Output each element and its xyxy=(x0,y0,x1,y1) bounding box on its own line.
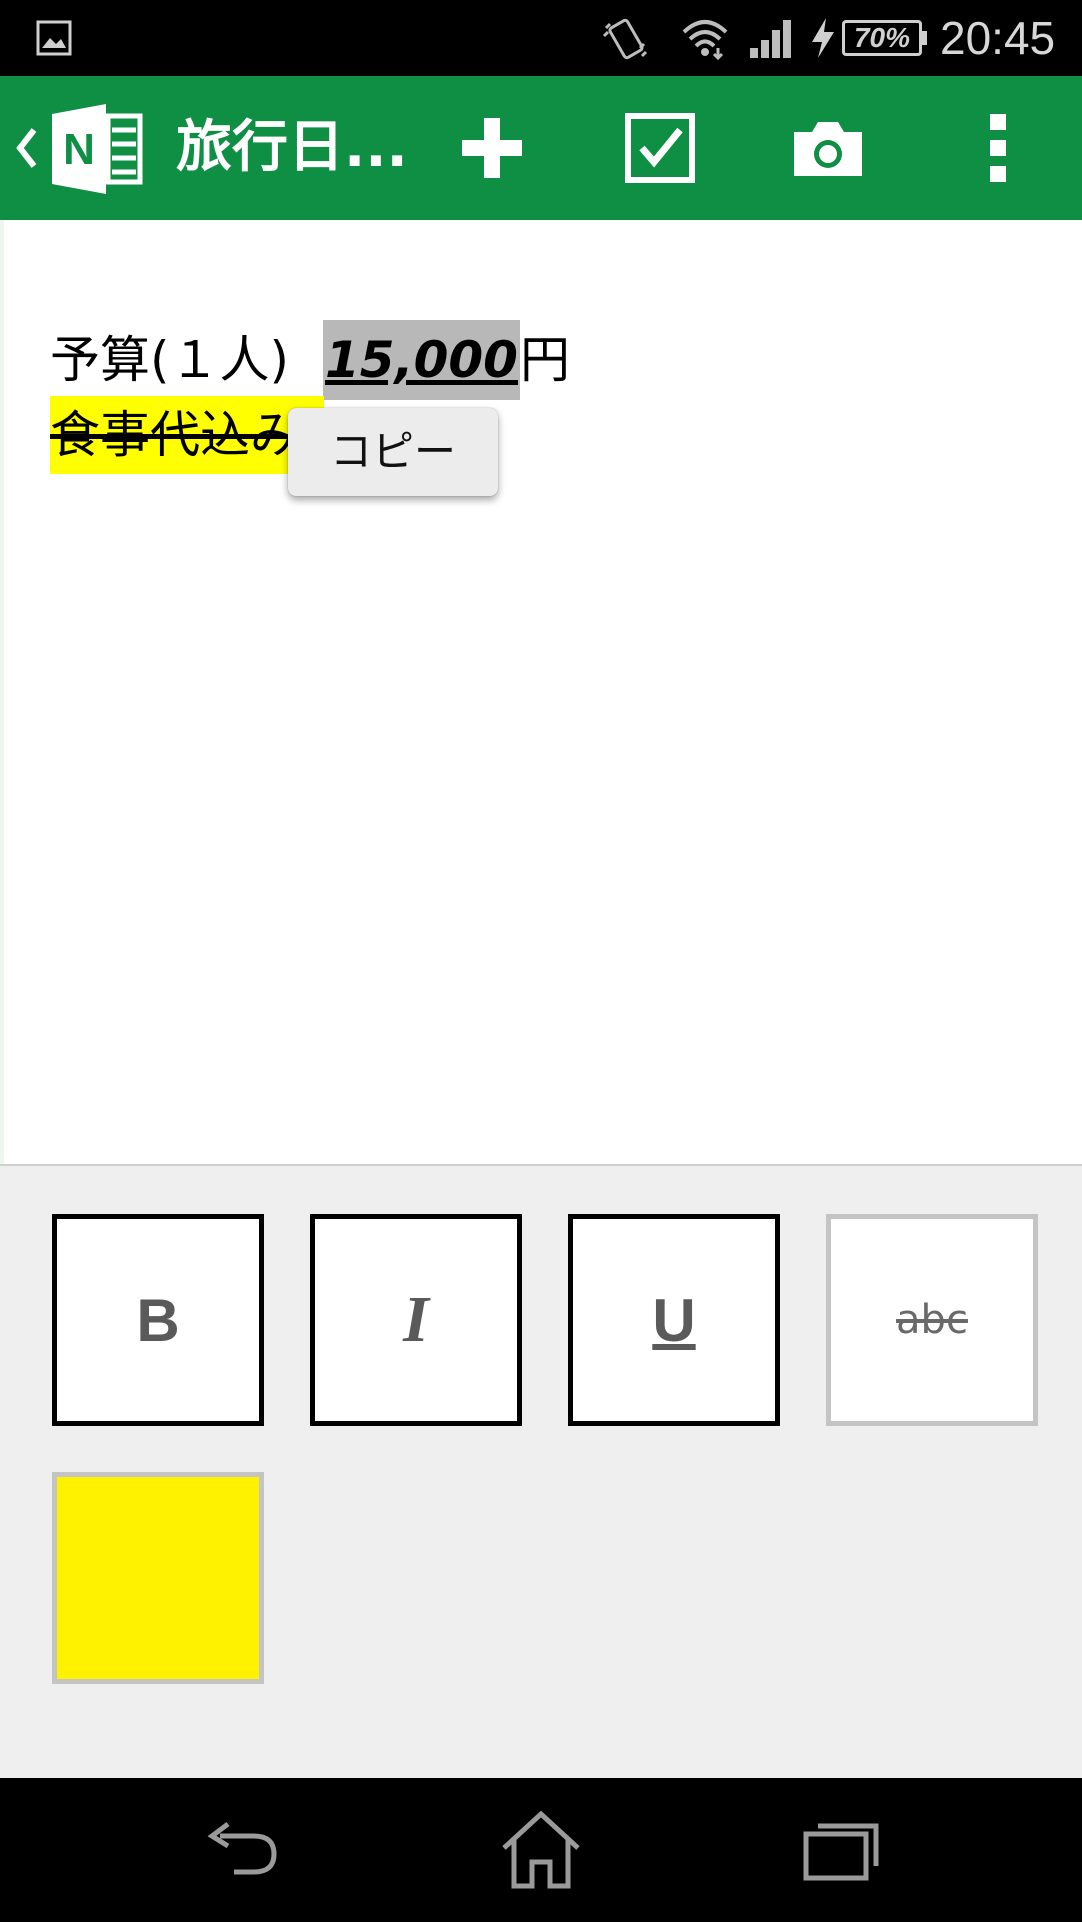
onenote-logo: N xyxy=(52,104,143,194)
status-bar: 70% 20:45 xyxy=(0,0,1082,76)
budget-label: 予算(１人) xyxy=(50,331,290,389)
up-chevron-icon[interactable] xyxy=(12,124,40,172)
page-title[interactable]: 旅行日... xyxy=(176,112,408,184)
highlight-button[interactable] xyxy=(52,1472,264,1684)
add-icon[interactable] xyxy=(452,108,532,188)
home-icon[interactable] xyxy=(496,1808,586,1892)
selected-budget-value[interactable]: 15,000 xyxy=(323,320,520,400)
battery-icon: 70% xyxy=(842,20,927,56)
app-bar: N 旅行日... xyxy=(0,76,1082,220)
charging-icon xyxy=(812,18,834,58)
clock: 20:45 xyxy=(940,12,1056,64)
signal-icon xyxy=(750,20,791,58)
strikethrough-button[interactable]: abc xyxy=(826,1214,1038,1426)
copy-button[interactable]: コピー xyxy=(288,408,498,496)
wifi-icon xyxy=(682,20,728,60)
meal-included-line[interactable]: 食事代込み xyxy=(50,396,324,474)
gallery-icon xyxy=(36,20,72,56)
italic-button[interactable]: I xyxy=(310,1214,522,1426)
svg-text:N: N xyxy=(63,125,95,174)
navigation-bar xyxy=(0,1778,1082,1922)
vibrate-icon xyxy=(602,18,648,60)
budget-unit: 円 xyxy=(519,331,570,389)
back-icon[interactable] xyxy=(198,1808,288,1892)
budget-line[interactable]: 予算(１人) 15,000円 xyxy=(50,320,570,400)
underline-button[interactable]: U xyxy=(568,1214,780,1426)
checkbox-icon[interactable] xyxy=(620,108,700,188)
note-canvas[interactable]: 予算(１人) 15,000円 食事代込み コピー xyxy=(0,220,1082,1164)
more-vert-icon[interactable] xyxy=(958,108,1038,188)
camera-icon[interactable] xyxy=(788,108,868,188)
bold-button[interactable]: B xyxy=(52,1214,264,1426)
format-panel: B I U abc xyxy=(0,1164,1082,1778)
recent-apps-icon[interactable] xyxy=(796,1808,886,1892)
